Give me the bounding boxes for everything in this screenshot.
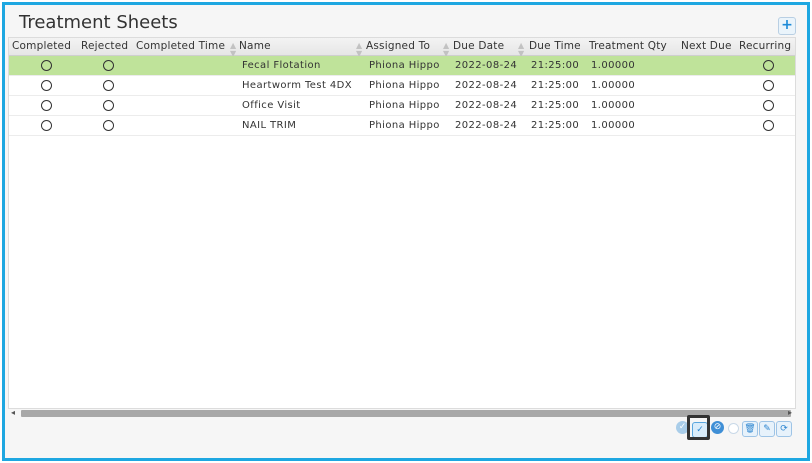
panel-title: Treatment Sheets (19, 12, 178, 33)
reject-icon[interactable]: ⊘ (711, 421, 724, 434)
assigned-to-cell: Phiona Hippo (369, 100, 440, 111)
scroll-right-icon[interactable]: ▸ (788, 408, 792, 417)
treatment-qty-cell: 1.00000 (591, 120, 636, 131)
add-button[interactable]: + (778, 17, 796, 35)
assigned-to-cell: Phiona Hippo (369, 60, 440, 71)
column-header-recurring[interactable]: Recurring (739, 38, 791, 55)
due-time-cell: 21:25:00 (531, 60, 580, 71)
plus-icon: + (781, 17, 793, 33)
scroll-left-icon[interactable]: ◂ (11, 408, 15, 417)
rejected-radio[interactable] (103, 120, 114, 131)
table-row[interactable]: Heartworm Test 4DX Phiona Hippo 2022-08-… (9, 76, 795, 96)
completed-radio[interactable] (41, 120, 52, 131)
due-time-cell: 21:25:00 (531, 80, 580, 91)
rejected-radio[interactable] (103, 100, 114, 111)
column-header-next-due[interactable]: Next Due (681, 38, 732, 55)
edit-icon[interactable]: ✎ (759, 421, 775, 437)
treatment-qty-cell: 1.00000 (591, 100, 636, 111)
column-header-completed[interactable]: Completed (12, 38, 71, 55)
scrollbar-thumb[interactable] (21, 410, 791, 417)
completed-radio[interactable] (41, 80, 52, 91)
column-header-treatment-qty[interactable]: Treatment Qty (589, 38, 667, 55)
name-cell: Fecal Flotation (242, 60, 321, 71)
rejected-radio[interactable] (103, 60, 114, 71)
assigned-to-cell: Phiona Hippo (369, 80, 440, 91)
name-cell: Office Visit (242, 100, 301, 111)
treatment-qty-cell: 1.00000 (591, 60, 636, 71)
column-header-due-time[interactable]: Due Time (529, 38, 581, 55)
column-header-name[interactable]: Name (239, 38, 271, 55)
column-header-rejected[interactable]: Rejected (81, 38, 128, 55)
due-time-cell: 21:25:00 (531, 120, 580, 131)
due-date-cell: 2022-08-24 (455, 60, 518, 71)
due-date-cell: 2022-08-24 (455, 80, 518, 91)
assigned-to-cell: Phiona Hippo (369, 120, 440, 131)
trash-icon[interactable]: 🗑 (742, 421, 758, 437)
recurring-radio[interactable] (763, 60, 774, 71)
recurring-radio[interactable] (763, 120, 774, 131)
rejected-radio[interactable] (103, 80, 114, 91)
small-circle-icon[interactable] (728, 423, 739, 434)
name-cell: NAIL TRIM (242, 120, 297, 131)
completed-radio[interactable] (41, 60, 52, 71)
column-header-due-date[interactable]: Due Date (453, 38, 504, 55)
completed-radio[interactable] (41, 100, 52, 111)
grid-header: Completed Rejected Completed Time ▲ ▼ Nam… (9, 38, 795, 58)
treatment-qty-cell: 1.00000 (591, 80, 636, 91)
column-header-assigned-to[interactable]: Assigned To (366, 38, 430, 55)
horizontal-scrollbar[interactable]: ◂ ▸ (8, 408, 794, 418)
table-row[interactable]: Office Visit Phiona Hippo 2022-08-24 21:… (9, 96, 795, 116)
column-header-completed-time[interactable]: Completed Time (136, 38, 225, 55)
treatment-grid: Completed Rejected Completed Time ▲ ▼ Nam… (8, 37, 796, 409)
due-date-cell: 2022-08-24 (455, 100, 518, 111)
refresh-icon[interactable]: ⟳ (776, 421, 792, 437)
recurring-radio[interactable] (763, 80, 774, 91)
table-row[interactable]: Fecal Flotation Phiona Hippo 2022-08-24 … (9, 56, 795, 76)
focus-highlight (687, 415, 710, 440)
table-row[interactable]: NAIL TRIM Phiona Hippo 2022-08-24 21:25:… (9, 116, 795, 136)
due-time-cell: 21:25:00 (531, 100, 580, 111)
due-date-cell: 2022-08-24 (455, 120, 518, 131)
name-cell: Heartworm Test 4DX (242, 80, 352, 91)
recurring-radio[interactable] (763, 100, 774, 111)
